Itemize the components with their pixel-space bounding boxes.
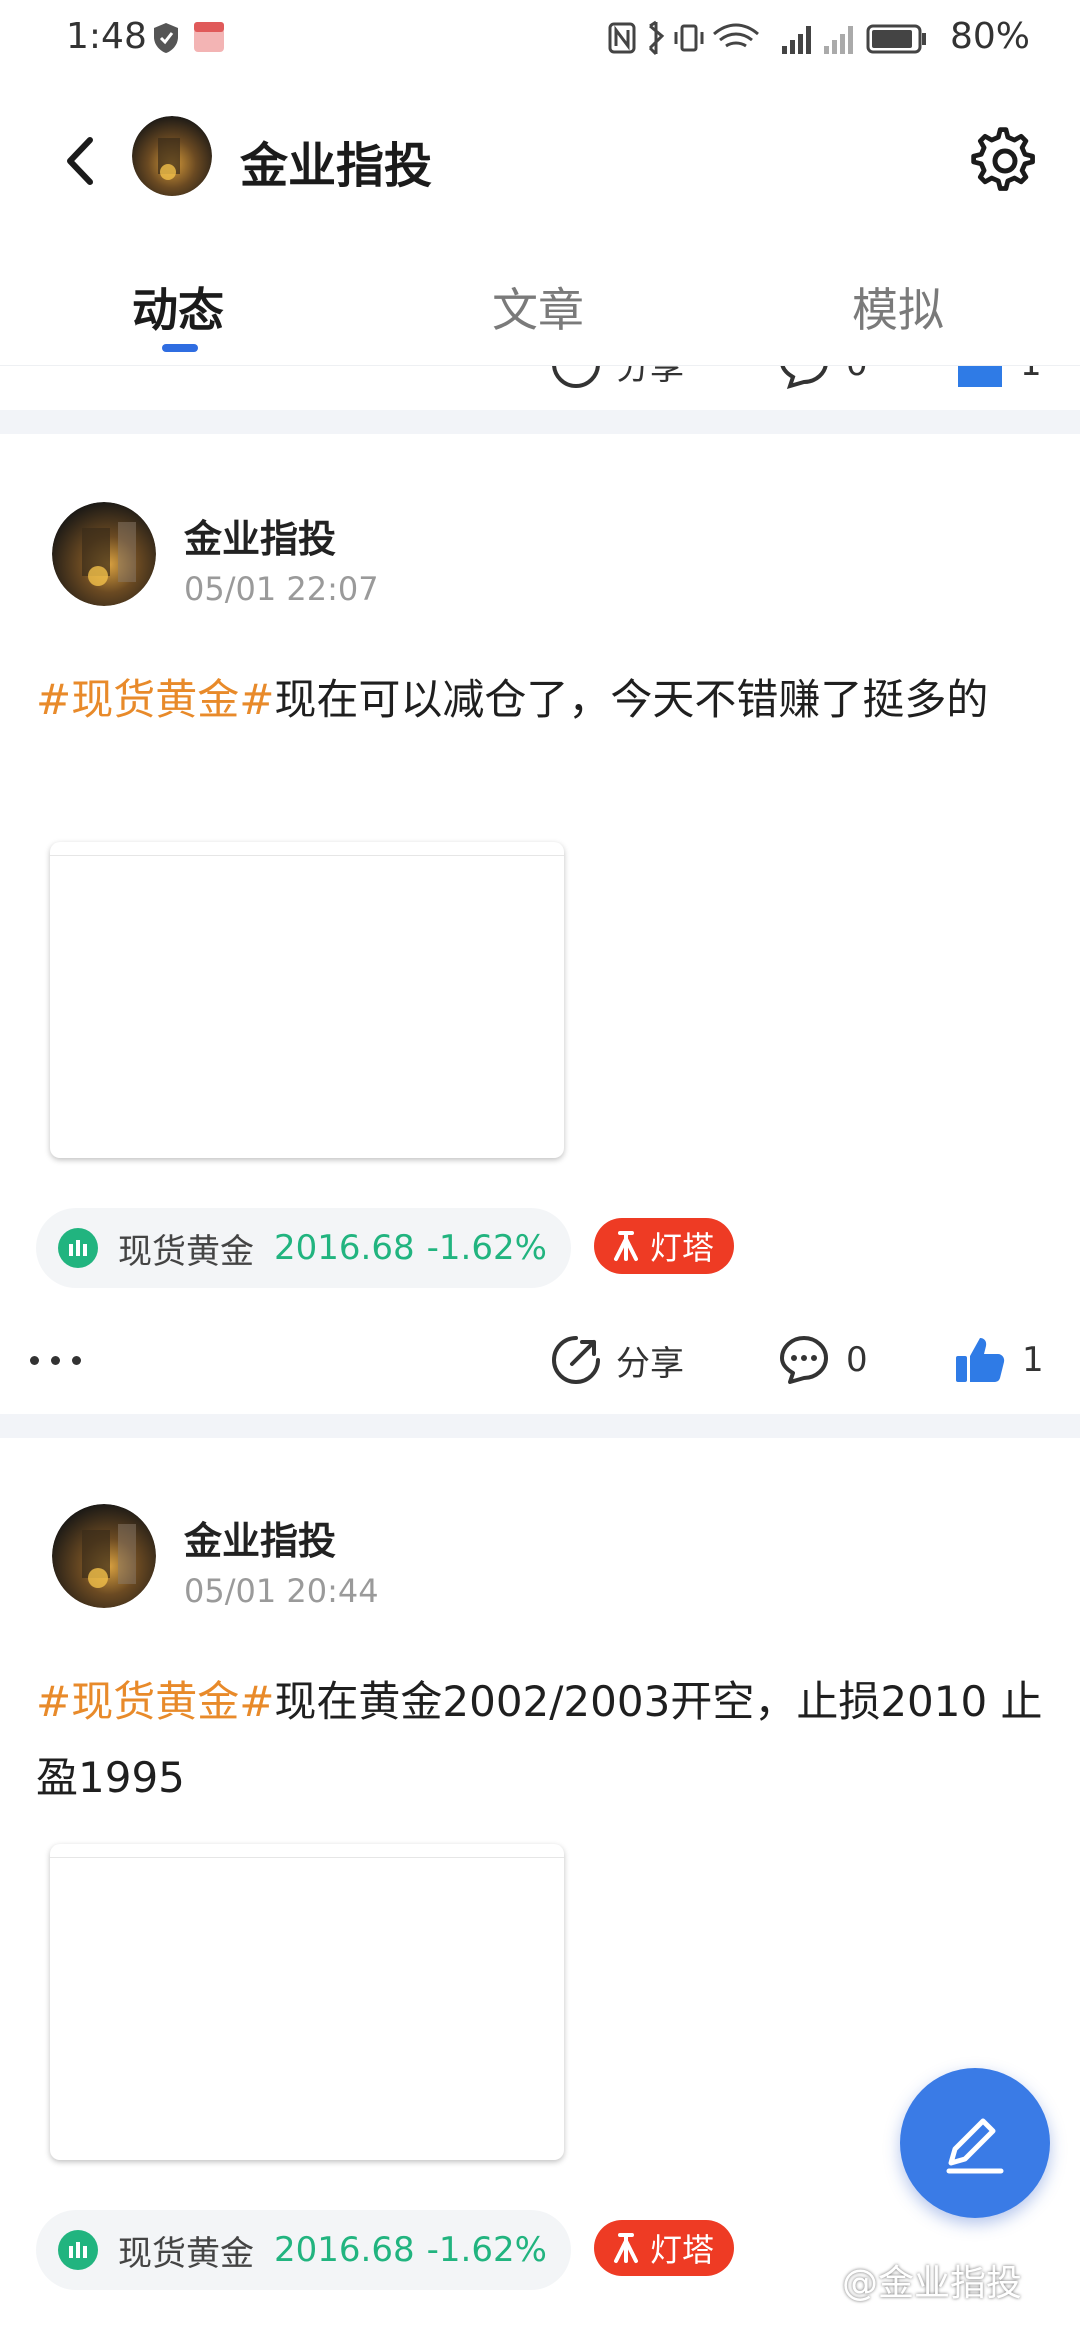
quote-name: 现货黄金: [118, 1231, 254, 1272]
like-count: 1: [1020, 366, 1042, 384]
post-time: 05/01 20:44: [184, 1572, 379, 1610]
avatar[interactable]: [52, 1504, 156, 1608]
divider: [0, 1414, 1080, 1438]
gear-icon[interactable]: [970, 126, 1040, 196]
tab-indicator: [162, 344, 198, 352]
share-button[interactable]: 分享: [550, 1330, 684, 1390]
topic-tag[interactable]: #现货黄金#: [36, 1677, 274, 1726]
post-content[interactable]: #现货黄金#现在黄金2002/2003开空，止损2010 止盈1995: [36, 1664, 1046, 1816]
quote-chip[interactable]: 现货黄金 2016.68 -1.62%: [36, 2210, 571, 2290]
topic-tag[interactable]: #现货黄金#: [36, 675, 274, 724]
post-author[interactable]: 金业指投: [184, 508, 336, 563]
share-button[interactable]: 分享: [550, 366, 684, 394]
like-button[interactable]: 1: [954, 366, 1042, 394]
divider: [0, 410, 1080, 434]
header: 金业指投: [0, 96, 1080, 226]
post-actions: 分享 0 1: [0, 1322, 1080, 1402]
comment-button[interactable]: 0: [778, 366, 868, 394]
lighthouse-icon: [614, 1231, 638, 1261]
image-header-strip: [50, 842, 564, 856]
app-notification-icon: [194, 22, 224, 52]
share-icon: [552, 1336, 600, 1384]
badge-label: 灯塔: [650, 1229, 715, 1267]
post-image[interactable]: [50, 842, 564, 1158]
post-image[interactable]: [50, 1844, 564, 2160]
lighthouse-badge[interactable]: 灯塔: [594, 2220, 735, 2276]
comment-icon: [780, 366, 828, 389]
thumbs-up-icon: [956, 1338, 1005, 1382]
battery-percent: 80%: [950, 16, 1031, 57]
quote-chip[interactable]: 现货黄金 2016.68 -1.62%: [36, 1208, 571, 1288]
share-icon: [552, 366, 600, 388]
previous-post-actions: 分享 0 1: [0, 366, 1080, 396]
quote-change: -1.62%: [426, 2230, 547, 2270]
status-time: 1:48: [66, 16, 147, 57]
post-card[interactable]: 金业指投 05/01 20:44 #现货黄金#现在黄金2002/2003开空，止…: [0, 1504, 1080, 2340]
image-header-strip: [50, 1844, 564, 1858]
status-bar: 1:48 80%: [0, 0, 1080, 80]
lighthouse-icon: [614, 2233, 638, 2263]
post-author[interactable]: 金业指投: [184, 1510, 336, 1565]
avatar[interactable]: [52, 502, 156, 606]
tab-simulation[interactable]: 模拟: [852, 274, 944, 340]
like-button[interactable]: 1: [954, 1330, 1044, 1390]
lighthouse-badge[interactable]: 灯塔: [594, 1218, 735, 1274]
bar-chart-icon: [58, 1228, 98, 1268]
share-label: 分享: [616, 1343, 684, 1384]
share-label: 分享: [616, 366, 684, 388]
avatar[interactable]: [132, 116, 212, 196]
shield-icon: [154, 23, 178, 53]
compose-button[interactable]: [900, 2068, 1050, 2218]
comment-count: 0: [846, 366, 868, 384]
like-count: 1: [1022, 1340, 1044, 1380]
tab-articles[interactable]: 文章: [492, 274, 584, 340]
quote-change: -1.62%: [426, 1228, 547, 1268]
bar-chart-icon: [58, 2230, 98, 2270]
post-time: 05/01 22:07: [184, 570, 379, 608]
post-text: 现在可以减仓了，今天不错赚了挺多的: [274, 675, 989, 724]
comment-icon: [780, 1336, 828, 1384]
watermark: @金业指投: [842, 2263, 1023, 2304]
thumbs-up-icon: [958, 366, 1002, 387]
post-card[interactable]: 金业指投 05/01 22:07 #现货黄金#现在可以减仓了，今天不错赚了挺多的…: [0, 502, 1080, 1422]
comment-button[interactable]: 0: [778, 1330, 868, 1390]
pencil-icon: [946, 2118, 1004, 2174]
quote-price: 2016.68: [274, 2230, 415, 2270]
more-button[interactable]: [30, 1340, 110, 1380]
quote-price: 2016.68: [274, 1228, 415, 1268]
tab-dynamics[interactable]: 动态: [132, 274, 224, 340]
post-content[interactable]: #现货黄金#现在可以减仓了，今天不错赚了挺多的: [36, 662, 1046, 738]
back-arrow-icon[interactable]: [50, 126, 110, 196]
tab-bar: 动态 文章 模拟: [0, 256, 1080, 366]
comment-count: 0: [846, 1340, 868, 1380]
status-icons: [608, 20, 926, 56]
page-title: 金业指投: [240, 138, 433, 194]
quote-name: 现货黄金: [118, 2233, 254, 2274]
badge-label: 灯塔: [650, 2231, 715, 2269]
